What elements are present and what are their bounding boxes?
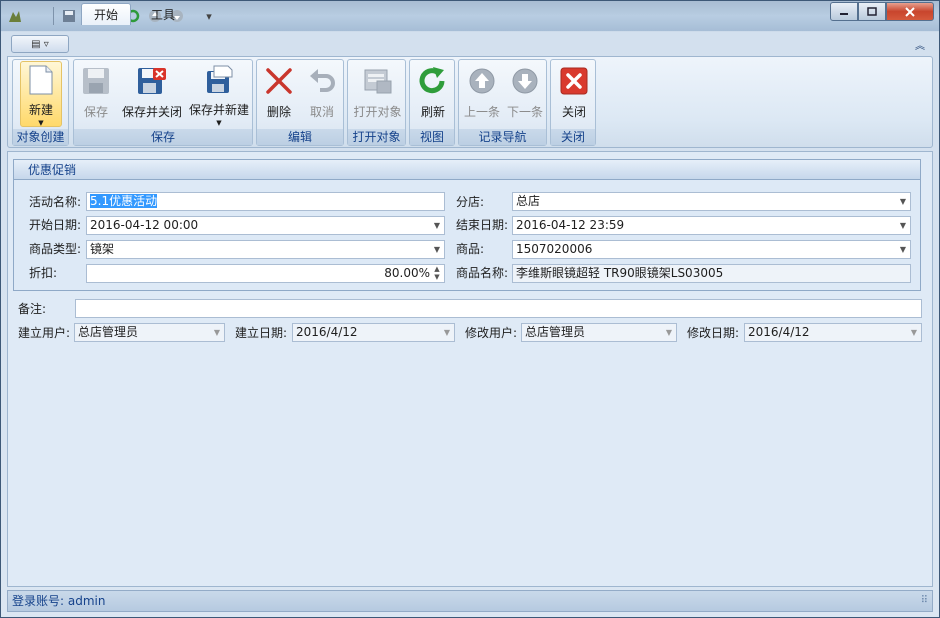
created-date-picker: 2016/4/12 ▼: [292, 323, 455, 342]
delete-x-icon: [263, 65, 295, 97]
delete-button[interactable]: 删除: [259, 62, 299, 126]
open-object-icon: [362, 65, 394, 97]
undo-icon: [306, 65, 338, 97]
product-select[interactable]: 1507020006 ▼: [512, 240, 911, 259]
ribbon-group-save: 保存 保存并关闭 保存并新建 ▼ 保存: [73, 59, 253, 146]
group-label: 关闭: [551, 129, 595, 145]
dropdown-arrow-icon: ▼: [443, 328, 450, 337]
dropdown-arrow-icon: ▼: [910, 328, 917, 337]
discount-spin-input[interactable]: 80.00% ▲ ▼: [86, 264, 445, 283]
new-button[interactable]: 新建 ▼: [20, 61, 62, 127]
menu-icon: ▤ ▿: [31, 38, 49, 50]
created-by-select: 总店管理员 ▼: [74, 323, 225, 342]
group-label: 编辑: [257, 129, 343, 145]
dropdown-arrow-icon: ▼: [665, 328, 672, 337]
save-new-icon: [203, 65, 235, 95]
new-document-icon: [25, 65, 57, 95]
branch-label: 分店:: [456, 195, 485, 209]
login-account-text: 登录账号: admin: [12, 594, 106, 608]
ribbon-group-record-nav: 上一条 下一条 记录导航: [458, 59, 547, 146]
quick-save-icon[interactable]: [61, 8, 77, 24]
ribbon-group-view: 刷新 视图: [409, 59, 455, 146]
product-name-field: 李维斯眼镜超轻 TR90眼镜架LS03005: [512, 264, 911, 283]
arrow-down-circle-icon: [509, 65, 541, 97]
group-label: 记录导航: [459, 129, 546, 145]
modified-date-label: 修改日期:: [687, 326, 740, 340]
dropdown-arrow-icon: ▼: [38, 119, 44, 127]
discount-label: 折扣:: [29, 266, 58, 280]
product-label: 商品:: [456, 242, 485, 256]
dropdown-arrow-icon: ▼: [433, 245, 440, 254]
product-type-select[interactable]: 镜架 ▼: [86, 240, 445, 259]
cancel-button[interactable]: 取消: [302, 62, 342, 126]
modified-by-label: 修改用户:: [465, 326, 518, 340]
end-date-picker[interactable]: 2016-04-12 23:59 ▼: [512, 216, 911, 235]
branch-select[interactable]: 总店 ▼: [512, 192, 911, 211]
modified-date-picker: 2016/4/12 ▼: [744, 323, 922, 342]
dropdown-arrow-icon: ▼: [213, 328, 220, 337]
close-red-icon: [558, 65, 590, 97]
previous-record-button[interactable]: 上一条: [461, 62, 503, 126]
remark-label: 备注:: [18, 302, 47, 316]
application-window: ▾ ▤ ▿ 开始 工具 ︽ 新建 ▼ 对象创建 保存 保存并关闭 保存并新建 ▼: [0, 0, 940, 618]
group-label: 打开对象: [348, 129, 405, 145]
tab-start[interactable]: 开始: [81, 3, 132, 25]
application-menu-button[interactable]: ▤ ▿: [11, 35, 69, 53]
refresh-button[interactable]: 刷新: [412, 62, 454, 126]
collapse-ribbon-icon[interactable]: ︽: [915, 37, 925, 52]
group-label: 保存: [74, 129, 252, 145]
dropdown-arrow-icon: ▼: [899, 221, 906, 230]
minimize-button[interactable]: [830, 2, 858, 21]
product-type-label: 商品类型:: [29, 242, 82, 256]
dropdown-arrow-icon: ▼: [899, 197, 906, 206]
app-logo-icon: [7, 8, 23, 24]
quick-access-customize-icon[interactable]: ▾: [201, 8, 217, 24]
close-button[interactable]: 关闭: [553, 62, 595, 126]
created-date-label: 建立日期:: [235, 326, 288, 340]
arrow-up-circle-icon: [466, 65, 498, 97]
next-record-button[interactable]: 下一条: [504, 62, 546, 126]
maximize-button[interactable]: [858, 2, 886, 21]
group-label: 对象创建: [13, 129, 68, 145]
ribbon-group-open: 打开对象 打开对象: [347, 59, 406, 146]
spin-arrows-icon[interactable]: ▲ ▼: [432, 265, 442, 281]
dropdown-arrow-icon: ▼: [433, 221, 440, 230]
refresh-icon: [417, 65, 449, 97]
product-name-label: 商品名称:: [456, 266, 509, 280]
ribbon-group-close: 关闭 关闭: [550, 59, 596, 146]
save-and-close-button[interactable]: 保存并关闭: [120, 62, 184, 126]
save-button[interactable]: 保存: [76, 62, 116, 126]
status-bar: 登录账号: admin ⠿: [7, 590, 933, 612]
ribbon-group-create: 新建 ▼ 对象创建: [12, 59, 69, 146]
end-date-label: 结束日期:: [456, 218, 509, 232]
activity-name-input[interactable]: 5.1优惠活动: [86, 192, 445, 211]
tab-tools[interactable]: 工具: [139, 3, 187, 25]
ribbon-group-edit: 删除 取消 编辑: [256, 59, 344, 146]
activity-name-label: 活动名称:: [29, 195, 82, 209]
dropdown-arrow-icon: ▼: [216, 119, 222, 127]
remark-input[interactable]: [75, 299, 922, 318]
group-label: 视图: [410, 129, 454, 145]
created-by-label: 建立用户:: [18, 326, 71, 340]
save-disk-icon: [80, 65, 112, 97]
start-date-picker[interactable]: 2016-04-12 00:00 ▼: [86, 216, 445, 235]
open-object-button[interactable]: 打开对象: [350, 62, 405, 126]
group-box-title: 优惠促销: [14, 160, 920, 180]
dropdown-arrow-icon: ▼: [899, 245, 906, 254]
save-close-icon: [136, 65, 168, 97]
close-window-button[interactable]: [886, 2, 934, 21]
save-and-new-button[interactable]: 保存并新建 ▼: [186, 62, 252, 127]
start-date-label: 开始日期:: [29, 218, 82, 232]
modified-by-select: 总店管理员 ▼: [521, 323, 677, 342]
resize-grip-icon[interactable]: ⠿: [921, 591, 928, 611]
